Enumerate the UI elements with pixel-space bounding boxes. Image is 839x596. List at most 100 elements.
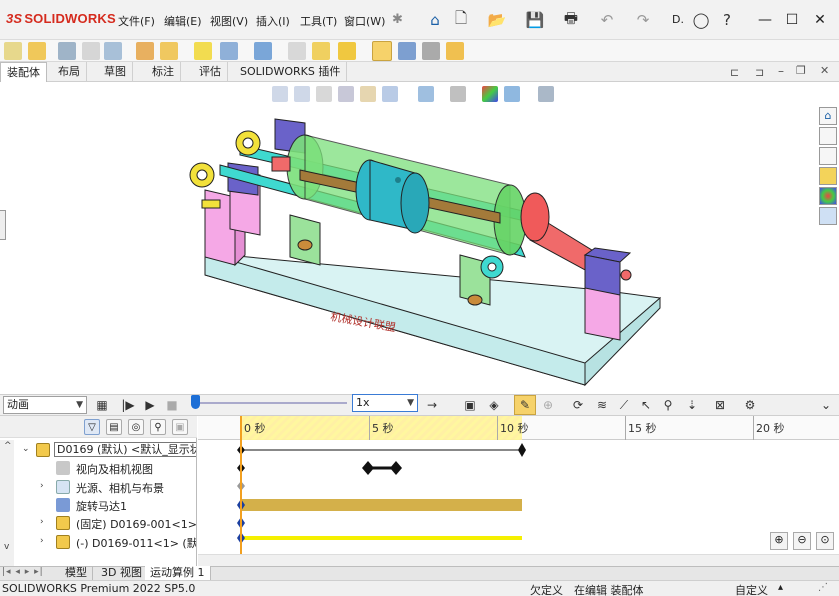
playback-slider-track[interactable]: [192, 402, 347, 404]
display-style-icon[interactable]: [418, 86, 434, 102]
stop-icon[interactable]: ■: [164, 397, 180, 413]
filter-animated-icon[interactable]: ▤: [106, 419, 122, 435]
view-settings-icon[interactable]: [538, 86, 554, 102]
redo-icon[interactable]: ↷: [632, 9, 654, 31]
tab-assembly[interactable]: 装配体: [0, 62, 47, 82]
window-restore-icon[interactable]: ❐: [796, 64, 806, 77]
move-component-icon[interactable]: [160, 42, 178, 60]
filter-driving-icon[interactable]: ◎: [128, 419, 144, 435]
playback-speed-select[interactable]: 1x ▼: [352, 394, 418, 412]
results-plots-icon[interactable]: ⊠: [712, 397, 728, 413]
root-key-end[interactable]: [518, 443, 526, 457]
help-icon[interactable]: ?: [716, 9, 738, 31]
undo-icon[interactable]: ↶: [596, 9, 618, 31]
previous-view-icon[interactable]: [316, 86, 332, 102]
window-close-icon[interactable]: ✕: [820, 64, 829, 77]
tree-item-part-011[interactable]: › (-) D0169-011<1> (默认): [0, 533, 196, 551]
tab-motion-study-1[interactable]: 运动算例 1: [145, 566, 211, 580]
motion-properties-icon[interactable]: ⚙: [742, 397, 758, 413]
pin-icon[interactable]: ✱: [392, 12, 403, 27]
camera-key-b[interactable]: [390, 461, 402, 475]
units-dropdown-icon[interactable]: ▴: [778, 582, 783, 593]
zoom-out-timeline-icon[interactable]: ⊖: [793, 532, 811, 550]
hide-show-items-icon[interactable]: [450, 86, 466, 102]
playback-slider-thumb[interactable]: [191, 395, 200, 409]
save-icon[interactable]: 💾: [524, 9, 546, 31]
filter-icon[interactable]: ▽: [84, 419, 100, 435]
component-preview-icon[interactable]: [82, 42, 100, 60]
taskpane-home-icon[interactable]: ⌂: [819, 107, 837, 125]
zoom-area-icon[interactable]: [294, 86, 310, 102]
solidworks-logo[interactable]: 3S SOLIDWORKS: [6, 11, 116, 26]
contact-icon[interactable]: ⚲: [660, 397, 676, 413]
open-icon[interactable]: 📂: [486, 9, 508, 31]
show-hidden-icon[interactable]: [194, 42, 212, 60]
collapse-motion-manager-icon[interactable]: ⌄: [818, 397, 834, 413]
assembly-features-icon[interactable]: [220, 42, 238, 60]
menu-edit[interactable]: 编辑(E): [164, 13, 202, 29]
play-icon[interactable]: ▶: [142, 397, 158, 413]
view-orientation-icon[interactable]: [382, 86, 398, 102]
menu-insert[interactable]: 插入(I): [256, 13, 290, 29]
zoom-in-timeline-icon[interactable]: ⊕: [770, 532, 788, 550]
filter-selected-icon[interactable]: ⚲: [150, 419, 166, 435]
calculate-icon[interactable]: ▦: [94, 397, 110, 413]
design-library-icon[interactable]: [819, 127, 837, 145]
mate-icon[interactable]: [58, 42, 76, 60]
insert-component-icon[interactable]: [28, 42, 46, 60]
new-document-icon[interactable]: 🗋: [450, 9, 472, 31]
large-assembly-icon[interactable]: [446, 42, 464, 60]
new-motion-study-icon[interactable]: [288, 42, 306, 60]
instant3d-icon[interactable]: [372, 41, 392, 61]
search-commands[interactable]: D.: [672, 13, 684, 26]
part011-bar[interactable]: [241, 536, 522, 540]
zoom-to-fit-timeline-icon[interactable]: ⊙: [816, 532, 834, 550]
tree-item-view-camera[interactable]: 视向及相机视图: [0, 459, 196, 477]
force-icon[interactable]: ↖: [638, 397, 654, 413]
autokey-icon[interactable]: ✎: [514, 395, 536, 415]
apply-scene-icon[interactable]: [504, 86, 520, 102]
tab-3d-views[interactable]: 3D 视图: [96, 566, 148, 580]
animation-wizard-icon[interactable]: ◈: [486, 397, 502, 413]
gravity-icon[interactable]: ⇣: [684, 397, 700, 413]
motor-bar[interactable]: [241, 499, 522, 511]
snapshot-icon[interactable]: [422, 42, 440, 60]
tree-item-part-001[interactable]: › (固定) D0169-001<1> (默: [0, 514, 196, 532]
exploded-view-icon[interactable]: [338, 42, 356, 60]
view-palette-icon[interactable]: [819, 167, 837, 185]
file-explorer-icon[interactable]: [819, 147, 837, 165]
camera-key-a[interactable]: [362, 461, 374, 475]
units-selector[interactable]: 自定义: [735, 582, 768, 596]
dynamic-annotation-icon[interactable]: [360, 86, 376, 102]
collapse-left-icon[interactable]: ⊏: [730, 66, 739, 79]
edit-component-icon[interactable]: [4, 42, 22, 60]
feature-tree-handle[interactable]: [0, 210, 6, 240]
filter-results-icon[interactable]: ▣: [172, 419, 188, 435]
tree-item-motor[interactable]: 旋转马达1: [0, 496, 196, 514]
spring-icon[interactable]: ≋: [594, 397, 610, 413]
timeline-playhead[interactable]: [240, 416, 242, 556]
menu-window[interactable]: 窗口(W): [344, 13, 385, 29]
damper-icon[interactable]: ⟋: [616, 397, 632, 413]
assembly-model[interactable]: 机械设计联盟: [180, 105, 680, 390]
tab-scroll-icons[interactable]: |◂ ◂ ▸ ▸|: [2, 567, 44, 577]
reference-geometry-icon[interactable]: [254, 42, 272, 60]
playback-mode-icon[interactable]: →: [424, 397, 440, 413]
motor-icon[interactable]: ⟳: [570, 397, 586, 413]
tab-addins[interactable]: SOLIDWORKS 插件: [234, 62, 348, 82]
window-minimize-icon[interactable]: –: [778, 64, 784, 78]
add-key-icon[interactable]: ⊕: [540, 397, 556, 413]
custom-properties-icon[interactable]: [819, 207, 837, 225]
close-icon[interactable]: ✕: [808, 10, 832, 30]
timeline-tracks[interactable]: [198, 440, 839, 554]
smart-fasteners-icon[interactable]: [136, 42, 154, 60]
collapse-right-icon[interactable]: ⊐: [755, 66, 764, 79]
zoom-to-fit-icon[interactable]: [272, 86, 288, 102]
tab-markup[interactable]: 标注: [146, 62, 181, 82]
play-from-start-icon[interactable]: |▶: [120, 397, 136, 413]
resize-grip-icon[interactable]: ⋰: [818, 582, 828, 593]
home-icon[interactable]: ⌂: [424, 9, 446, 31]
minimize-icon[interactable]: —: [753, 10, 777, 30]
tab-model[interactable]: 模型: [60, 566, 93, 580]
update-speedpak-icon[interactable]: [398, 42, 416, 60]
